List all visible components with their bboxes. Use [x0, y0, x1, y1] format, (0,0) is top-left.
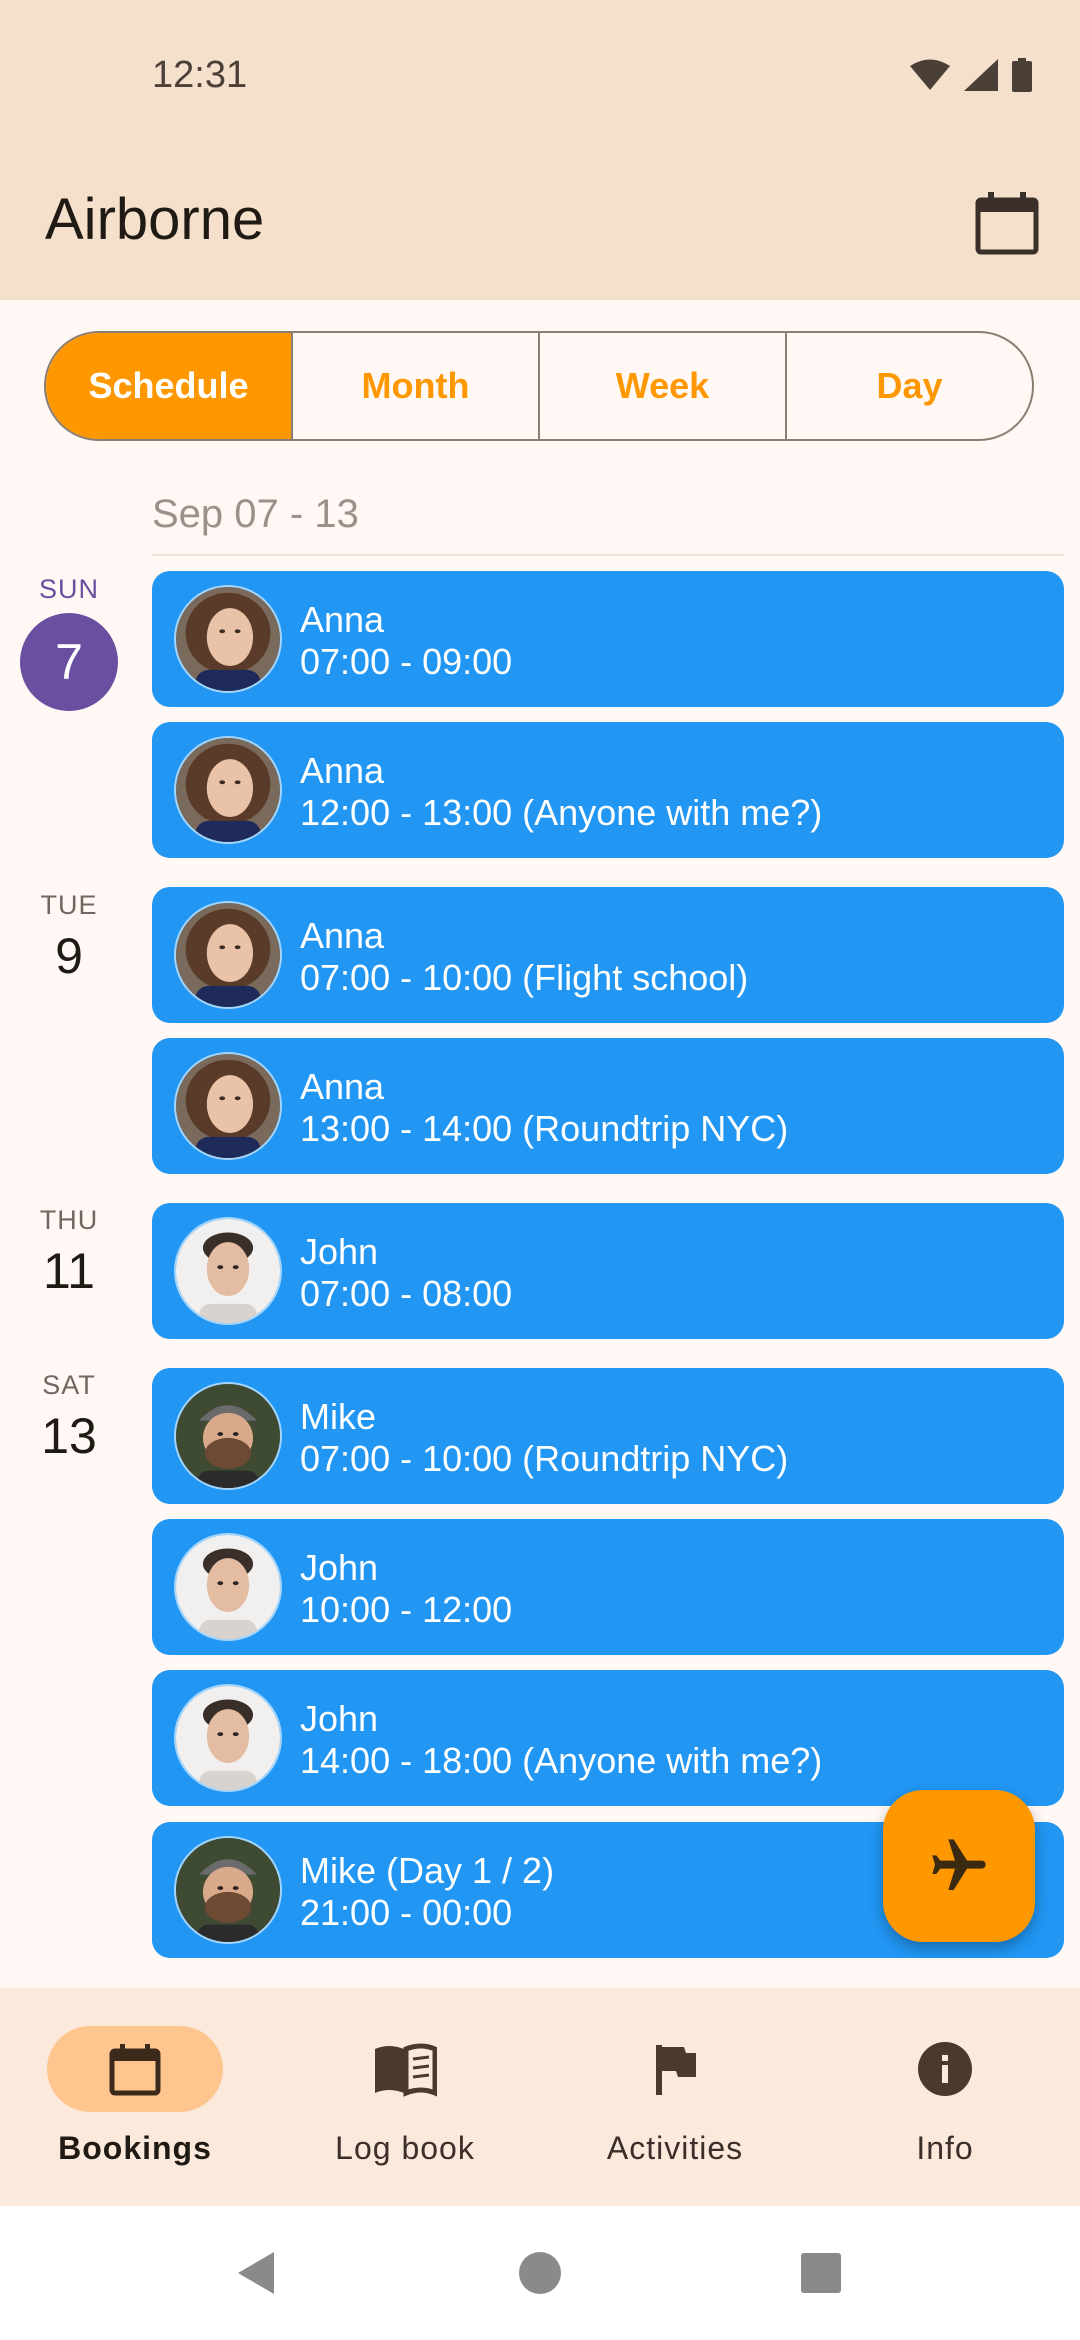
- flag-icon: [656, 2045, 696, 2095]
- event-card[interactable]: Anna 07:00 - 10:00 (Flight school): [152, 887, 1064, 1023]
- nav-indicator: [857, 2026, 1033, 2112]
- event-time: 12:00 - 13:00 (Anyone with me?): [300, 792, 823, 833]
- nav-label: Info: [916, 2130, 974, 2166]
- day-name: SAT: [42, 1370, 96, 1400]
- day-number: 9: [55, 928, 83, 984]
- calendar-icon[interactable]: [972, 188, 1042, 258]
- day-label-sat: SAT 13: [0, 1370, 138, 1465]
- nav-label: Bookings: [58, 2130, 212, 2166]
- event-name: John: [300, 1231, 379, 1272]
- calendar-icon: [109, 2044, 161, 2096]
- event-name: Anna: [300, 750, 385, 791]
- avatar: [174, 1684, 282, 1792]
- nav-log-book[interactable]: Log book: [270, 2026, 540, 2167]
- event-time: 21:00 - 00:00: [300, 1892, 513, 1933]
- avatar: [174, 1836, 282, 1944]
- divider: [152, 554, 1064, 556]
- event-name: John: [300, 1698, 379, 1739]
- event-time: 10:00 - 12:00: [300, 1589, 513, 1630]
- event-name: Mike (Day 1 / 2): [300, 1850, 555, 1891]
- tab-schedule[interactable]: Schedule: [46, 333, 291, 439]
- event-card[interactable]: John 14:00 - 18:00 (Anyone with me?): [152, 1670, 1064, 1806]
- nav-indicator: [317, 2026, 493, 2112]
- app-title: Airborne: [45, 187, 265, 252]
- book-icon: [375, 2043, 437, 2097]
- bottom-navigation: Bookings Log book Activities Info: [0, 1988, 1080, 2206]
- event-name: Anna: [300, 1066, 385, 1107]
- nav-label: Activities: [606, 2130, 744, 2166]
- battery-icon: [1012, 58, 1032, 92]
- avatar: [174, 1382, 282, 1490]
- event-time: 07:00 - 10:00 (Flight school): [300, 957, 749, 998]
- event-name: John: [300, 1547, 379, 1588]
- home-icon[interactable]: [518, 2251, 562, 2295]
- event-time: 14:00 - 18:00 (Anyone with me?): [300, 1740, 823, 1781]
- recents-icon[interactable]: [800, 2252, 842, 2294]
- tab-day[interactable]: Day: [785, 333, 1032, 439]
- day-name: TUE: [40, 890, 98, 920]
- system-nav-bar: [0, 2206, 1080, 2340]
- info-icon: [918, 2042, 972, 2096]
- event-name: Mike: [300, 1396, 377, 1437]
- day-label-sun: SUN 7: [0, 574, 138, 711]
- nav-indicator: [47, 2026, 223, 2112]
- event-card[interactable]: Anna 13:00 - 14:00 (Roundtrip NYC): [152, 1038, 1064, 1174]
- event-time: 07:00 - 09:00: [300, 641, 513, 682]
- back-icon[interactable]: [234, 2250, 276, 2296]
- airplane-icon: [932, 1839, 986, 1890]
- nav-label: Log book: [335, 2130, 475, 2166]
- new-booking-button[interactable]: [883, 1790, 1035, 1942]
- nav-indicator: [587, 2026, 763, 2112]
- event-time: 07:00 - 10:00 (Roundtrip NYC): [300, 1438, 789, 1479]
- event-card[interactable]: John 10:00 - 12:00: [152, 1519, 1064, 1655]
- nav-bookings[interactable]: Bookings: [0, 2026, 270, 2167]
- day-name: THU: [39, 1205, 99, 1235]
- day-number: 11: [43, 1243, 95, 1299]
- event-name: Anna: [300, 599, 385, 640]
- avatar: [174, 1217, 282, 1325]
- avatar: [174, 1533, 282, 1641]
- avatar: [174, 736, 282, 844]
- status-bar: 12:31: [0, 0, 1080, 150]
- day-label-tue: TUE 9: [0, 890, 138, 985]
- day-label-thu: THU 11: [0, 1205, 138, 1300]
- event-name: Anna: [300, 915, 385, 956]
- day-number: 13: [41, 1408, 97, 1464]
- event-card[interactable]: Mike 07:00 - 10:00 (Roundtrip NYC): [152, 1368, 1064, 1504]
- status-icons: [910, 58, 1032, 92]
- view-tabs: Schedule Month Week Day: [44, 331, 1034, 441]
- day-name: SUN: [38, 574, 99, 604]
- event-time: 07:00 - 08:00: [300, 1273, 513, 1314]
- avatar: [174, 585, 282, 693]
- event-card[interactable]: John 07:00 - 08:00: [152, 1203, 1064, 1339]
- wifi-icon: [910, 59, 950, 90]
- week-range: Sep 07 - 13: [152, 492, 359, 536]
- event-card[interactable]: Anna 12:00 - 13:00 (Anyone with me?): [152, 722, 1064, 858]
- event-card[interactable]: Anna 07:00 - 09:00: [152, 571, 1064, 707]
- status-time: 12:31: [152, 54, 248, 96]
- app-bar: Airborne: [0, 150, 1080, 300]
- signal-icon: [964, 59, 998, 91]
- tab-week[interactable]: Week: [538, 333, 785, 439]
- tab-month[interactable]: Month: [291, 333, 538, 439]
- today-badge: 7: [20, 613, 118, 711]
- event-time: 13:00 - 14:00 (Roundtrip NYC): [300, 1108, 789, 1149]
- avatar: [174, 901, 282, 1009]
- nav-activities[interactable]: Activities: [540, 2026, 810, 2167]
- avatar: [174, 1052, 282, 1160]
- nav-info[interactable]: Info: [810, 2026, 1080, 2167]
